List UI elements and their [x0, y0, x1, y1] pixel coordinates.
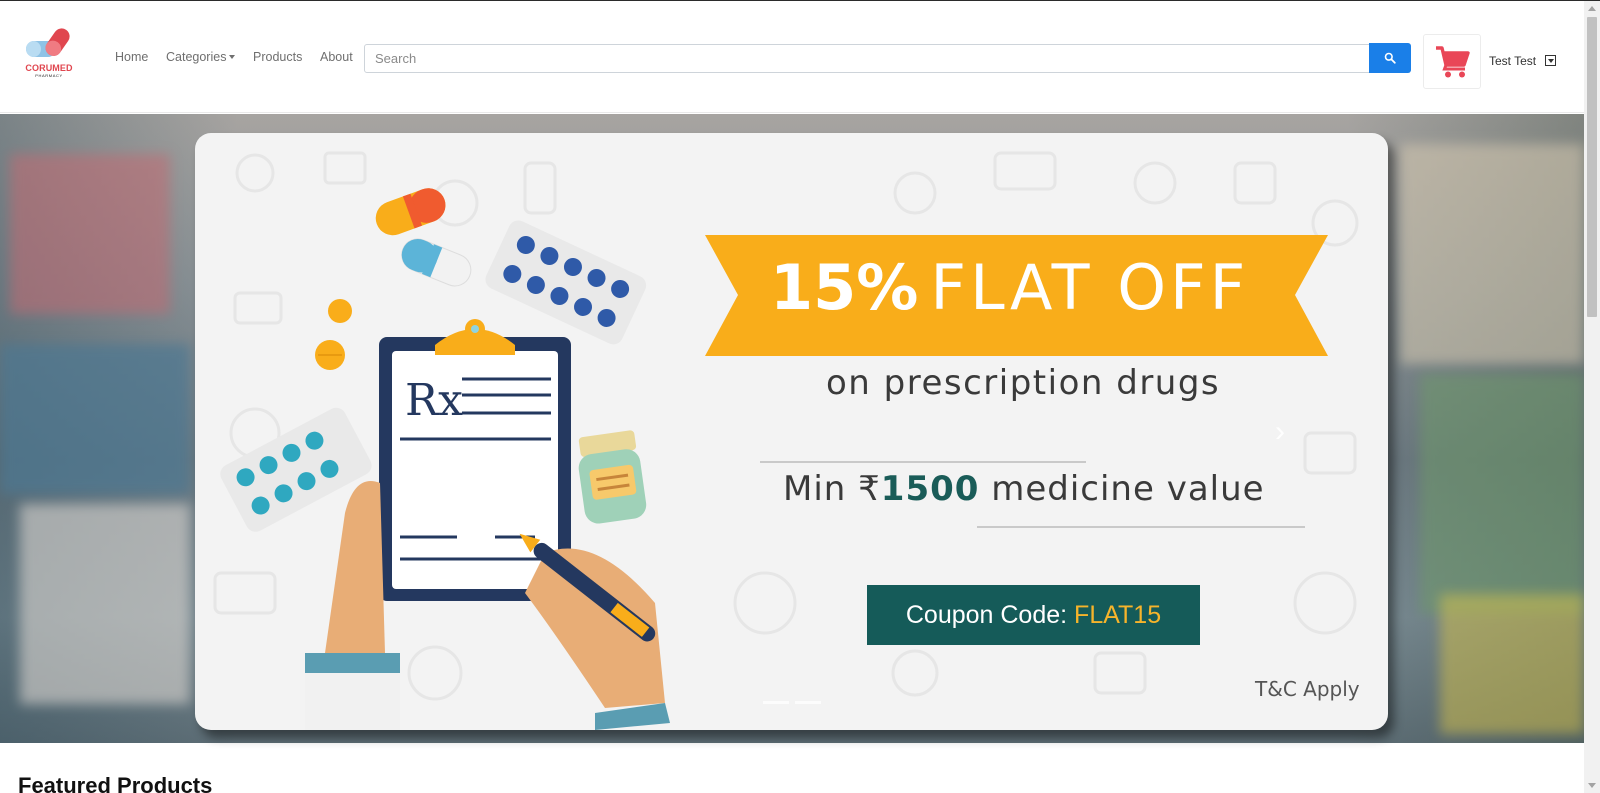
discount-headline: 15% FLAT OFF: [770, 251, 1249, 324]
promo-banner[interactable]: Rx 15% FLAT OFF on prescription drugs Mi…: [195, 133, 1388, 730]
brand-name: CORUMED: [25, 63, 73, 73]
search-icon: [1384, 52, 1396, 64]
rx-symbol: Rx: [405, 375, 463, 426]
carousel-indicator[interactable]: [795, 701, 821, 704]
banner-subtitle: on prescription drugs: [826, 363, 1221, 403]
min-suffix: medicine value: [979, 469, 1265, 509]
chevron-down-icon[interactable]: [1545, 55, 1556, 66]
scroll-down-arrow-icon[interactable]: [1588, 783, 1596, 788]
brand-logo[interactable]: CORUMED PHARMACY: [20, 27, 78, 79]
blurred-shelf-shape: [1440, 594, 1584, 734]
coupon-label: Coupon Code:: [905, 601, 1075, 629]
divider-line: [977, 526, 1305, 528]
navbar: CORUMED PHARMACY Home Categories Product…: [0, 1, 1584, 113]
min-order-text: Min ₹1500 medicine value: [783, 469, 1265, 509]
coupon-box: Coupon Code: FLAT15: [867, 585, 1200, 645]
page-scrollbar[interactable]: [1584, 1, 1600, 793]
caret-down-icon: [229, 55, 236, 59]
scroll-thumb[interactable]: [1587, 17, 1597, 317]
coupon-code: FLAT15: [1074, 601, 1162, 629]
shopping-cart-icon: [1436, 46, 1470, 78]
chevron-right-icon[interactable]: ›: [1275, 415, 1285, 449]
blurred-shelf-shape: [20, 504, 190, 704]
blurred-shelf-shape: [1400, 144, 1584, 364]
carousel-indicator[interactable]: [763, 701, 789, 704]
search-input[interactable]: [364, 44, 1370, 73]
min-amount: 1500: [880, 469, 980, 509]
search-button[interactable]: [1369, 43, 1411, 73]
scroll-up-arrow-icon[interactable]: [1588, 6, 1596, 11]
nav-categories-label: Categories: [166, 50, 227, 64]
nav-categories-dropdown[interactable]: Categories: [166, 50, 236, 64]
cart-button[interactable]: [1423, 34, 1481, 89]
flat-off-text: FLAT OFF: [930, 251, 1250, 324]
featured-products-heading: Featured Products: [18, 773, 213, 793]
nav-home-link[interactable]: Home: [115, 50, 148, 64]
banner-illustration: Rx: [213, 151, 1359, 730]
discount-percent: 15%: [770, 251, 919, 324]
divider-line: [760, 461, 1086, 463]
nav-about-link[interactable]: About: [320, 50, 353, 64]
blurred-shelf-shape: [1420, 374, 1584, 614]
terms-text: T&C Apply: [1255, 677, 1360, 701]
capsule-logo-icon: [26, 28, 70, 57]
blurred-shelf-shape: [0, 344, 190, 494]
blurred-shelf-shape: [10, 154, 170, 314]
min-prefix: Min ₹: [783, 469, 881, 509]
nav-products-link[interactable]: Products: [253, 50, 302, 64]
brand-tagline: PHARMACY: [35, 73, 63, 78]
user-menu-name[interactable]: Test Test: [1489, 54, 1536, 68]
